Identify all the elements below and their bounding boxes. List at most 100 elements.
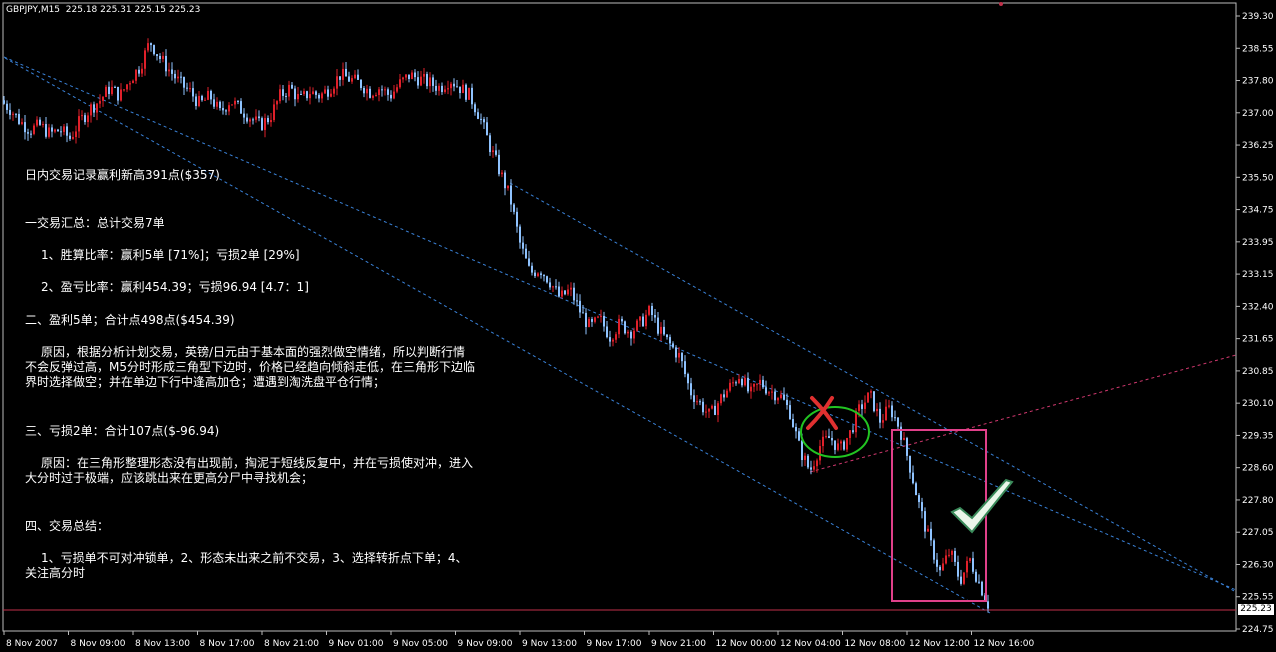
candle-body bbox=[591, 318, 593, 322]
candle-body bbox=[93, 104, 95, 113]
candle-body bbox=[135, 69, 137, 81]
candle-body bbox=[132, 80, 134, 84]
candle-body bbox=[357, 74, 359, 80]
profit-title: 二、盈利5单；合计点498点($454.39) bbox=[25, 313, 235, 327]
candle-body bbox=[840, 441, 842, 444]
y-tick-label: 237.80 bbox=[1242, 77, 1274, 87]
candle-body bbox=[147, 43, 149, 51]
notes-title: 日内交易记录赢利新高391点($357) bbox=[25, 168, 220, 182]
candle-body bbox=[882, 420, 884, 423]
blue-channel-lower bbox=[4, 57, 991, 614]
candle-body bbox=[939, 566, 941, 571]
candle-body bbox=[912, 472, 914, 484]
candle-body bbox=[573, 287, 575, 301]
candle-body bbox=[621, 318, 623, 322]
candle-body bbox=[180, 76, 182, 78]
y-tick-label: 239.30 bbox=[1242, 12, 1274, 22]
candle-body bbox=[828, 436, 830, 439]
candle-body bbox=[369, 88, 371, 98]
candle-body bbox=[978, 581, 980, 583]
candle-body bbox=[99, 100, 101, 104]
candle-body bbox=[315, 91, 317, 95]
candle-body bbox=[189, 88, 191, 90]
candle-body bbox=[15, 113, 17, 115]
candle-body bbox=[666, 334, 668, 338]
candle-body bbox=[330, 93, 332, 97]
candle-body bbox=[765, 387, 767, 394]
candle-body bbox=[684, 361, 686, 375]
candle-body bbox=[615, 334, 617, 340]
candle-body bbox=[375, 95, 377, 97]
candle-body bbox=[177, 76, 179, 79]
candle-body bbox=[141, 68, 143, 74]
x-tick-label: 9 Nov 21:00 bbox=[651, 639, 706, 649]
candle-body bbox=[432, 77, 434, 86]
candle-body bbox=[894, 417, 896, 419]
candle-body bbox=[168, 69, 170, 72]
candle-body bbox=[504, 172, 506, 189]
candle-body bbox=[609, 337, 611, 342]
candle-body bbox=[426, 74, 428, 87]
candle-body bbox=[576, 300, 578, 302]
candle-body bbox=[489, 135, 491, 153]
candle-body bbox=[42, 124, 44, 126]
candle-body bbox=[111, 86, 113, 94]
candle-body bbox=[300, 93, 302, 95]
candle-body bbox=[969, 558, 971, 561]
candle-body bbox=[252, 119, 254, 121]
candle-body bbox=[114, 86, 116, 88]
candle-body bbox=[21, 122, 23, 124]
candle-body bbox=[618, 318, 620, 335]
candle-body bbox=[429, 77, 431, 87]
candle-body bbox=[903, 438, 905, 440]
candle-body bbox=[201, 95, 203, 101]
candle-body bbox=[636, 320, 638, 331]
candle-body bbox=[954, 550, 956, 562]
candle-body bbox=[507, 185, 509, 189]
candle-body bbox=[522, 242, 524, 249]
candle-body bbox=[792, 418, 794, 427]
candle-body bbox=[915, 483, 917, 496]
candle-body bbox=[105, 86, 107, 97]
candle-body bbox=[570, 287, 572, 290]
candle-body bbox=[288, 84, 290, 97]
y-tick-label: 229.35 bbox=[1242, 431, 1274, 441]
x-tick-label: 12 Nov 00:00 bbox=[716, 639, 777, 649]
candle-body bbox=[249, 119, 251, 122]
candle-body bbox=[669, 337, 671, 344]
candle-body bbox=[474, 104, 476, 113]
candle-body bbox=[798, 431, 800, 441]
candle-body bbox=[294, 88, 296, 100]
candle-body bbox=[45, 124, 47, 137]
chart-window[interactable]: 239.30 238.55 237.80 237.00 236.25 235.50 234.… bbox=[0, 0, 1276, 652]
candle-body bbox=[702, 401, 704, 413]
candle-body bbox=[546, 276, 548, 283]
candle-body bbox=[243, 113, 245, 118]
y-tick-label: 233.15 bbox=[1242, 270, 1274, 280]
y-tick-label: 234.75 bbox=[1242, 206, 1274, 216]
candle-body bbox=[414, 72, 416, 78]
candle-body bbox=[264, 118, 266, 130]
candle-body bbox=[774, 391, 776, 401]
candle-body bbox=[558, 286, 560, 297]
candle-body bbox=[861, 404, 863, 409]
candle-body bbox=[153, 45, 155, 55]
x-tick-label: 8 Nov 13:00 bbox=[135, 639, 190, 649]
candle-body bbox=[339, 76, 341, 80]
candle-body bbox=[210, 90, 212, 100]
candle-body bbox=[417, 77, 419, 86]
candle-body bbox=[18, 113, 20, 124]
candle-body bbox=[207, 90, 209, 100]
candle-body bbox=[465, 84, 467, 100]
candle-body bbox=[729, 382, 731, 391]
candle-body bbox=[822, 436, 824, 447]
candle-body bbox=[192, 88, 194, 97]
chart-header: GBPJPY,M15 225.18 225.31 225.15 225.23 bbox=[6, 5, 200, 15]
candle-body bbox=[165, 55, 167, 72]
candle-body bbox=[441, 85, 443, 92]
candle-body bbox=[639, 316, 641, 321]
candle-body bbox=[672, 343, 674, 348]
candle-body bbox=[627, 331, 629, 334]
candle-body bbox=[525, 248, 527, 259]
y-tick-label: 226.30 bbox=[1242, 560, 1274, 570]
